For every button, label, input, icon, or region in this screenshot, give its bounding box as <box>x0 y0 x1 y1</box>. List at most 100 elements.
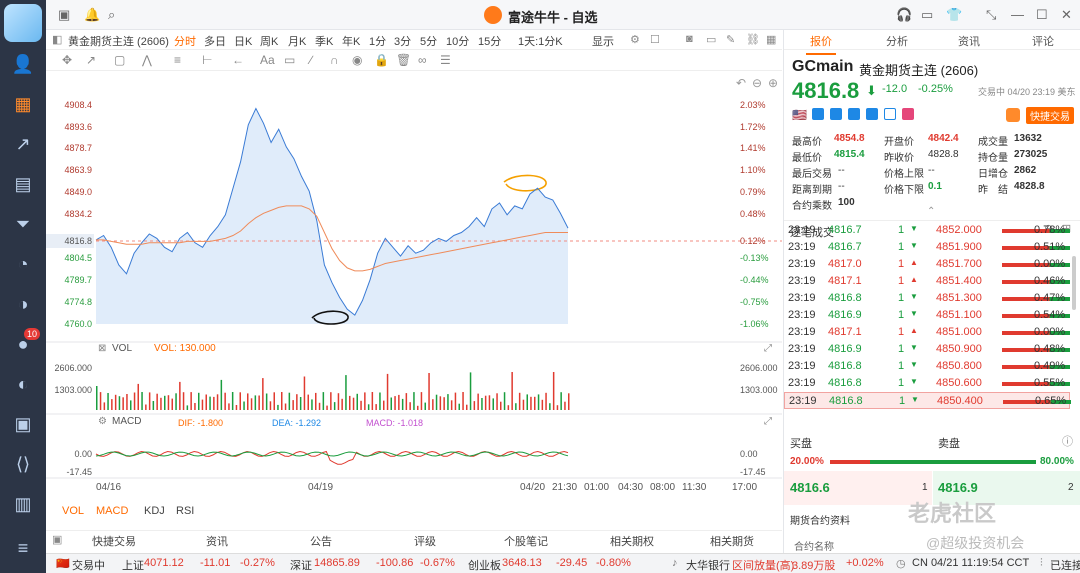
panel-icon[interactable]: ◧ <box>52 33 62 46</box>
text-tool-icon[interactable]: Aa <box>260 53 275 67</box>
wave-tool-icon[interactable]: ⋀ <box>142 53 152 67</box>
display-dropdown[interactable]: 显示 <box>592 33 614 49</box>
link-news[interactable]: 资讯 <box>206 533 228 549</box>
heart-icon[interactable] <box>902 108 914 120</box>
layers-icon[interactable]: ☰ <box>440 53 451 67</box>
edit-icon[interactable]: ✎ <box>726 33 735 46</box>
tab-1min[interactable]: 1分 <box>369 33 386 49</box>
tab-analysis[interactable]: 分析 <box>886 33 908 49</box>
cy-value[interactable]: 3648.13 <box>502 557 542 569</box>
lock-icon[interactable]: 🔒 <box>374 53 389 67</box>
link-futures[interactable]: 相关期货 <box>710 533 754 549</box>
bell-icon[interactable]: 🔔 <box>84 7 100 23</box>
tab-year-k[interactable]: 年K <box>342 33 360 49</box>
game-icon[interactable]: ▣ <box>11 412 35 436</box>
alert-bell-icon[interactable] <box>1006 108 1020 122</box>
tab-week-k[interactable]: 周K <box>260 33 278 49</box>
rect-tool-icon[interactable]: ▢ <box>114 53 125 67</box>
shrink-icon[interactable]: ⤡ <box>986 7 996 23</box>
link-options[interactable]: 相关期权 <box>610 533 654 549</box>
layout2-icon[interactable]: ▭ <box>706 33 716 46</box>
market-icon[interactable]: ↗ <box>11 132 35 156</box>
layout-icon[interactable]: ▣ <box>58 7 70 23</box>
measure-tool-icon[interactable]: ⊢ <box>202 53 212 67</box>
tab-multiday[interactable]: 多日 <box>204 33 226 49</box>
menu-icon[interactable]: ≡ <box>11 536 35 560</box>
tab-news[interactable]: 资讯 <box>958 33 980 49</box>
trades-scrollbar[interactable] <box>1072 256 1076 310</box>
info-icon[interactable]: ⓘ <box>1062 433 1073 449</box>
dock-icon[interactable]: ▣ <box>52 533 62 546</box>
camera-icon[interactable]: ◙ <box>686 33 693 45</box>
search-icon[interactable]: ⌕ <box>108 7 115 23</box>
link-notes[interactable]: 个股笔记 <box>504 533 548 549</box>
quick-trade-button[interactable]: 快捷交易 <box>1026 107 1074 124</box>
tag-icon-2[interactable] <box>830 108 842 120</box>
grid-icon[interactable]: ▦ <box>766 33 776 46</box>
tag-icon-1[interactable] <box>812 108 824 120</box>
tab-rsi[interactable]: RSI <box>176 505 194 517</box>
settings-icon[interactable]: ⚙ <box>630 33 640 46</box>
macd-settings-icon[interactable]: ⚙ <box>98 416 107 427</box>
tab-kdj[interactable]: KDJ <box>144 505 165 517</box>
expand-vol-icon[interactable]: ⤢ <box>764 343 772 354</box>
pie-icon[interactable]: ◔ <box>11 252 35 276</box>
chart-area[interactable]: ↶ ⊖ ⊕ 4908.4 4893.6 4878.7 4863.9 4849.0… <box>46 72 782 500</box>
link2-icon[interactable]: ∞ <box>418 53 427 67</box>
tab-fenshi[interactable]: 分时 <box>174 33 196 49</box>
move-icon[interactable]: ✥ <box>62 53 72 67</box>
buy-label: 买盘 <box>790 438 812 450</box>
collapse-up-icon[interactable]: ⌃ <box>927 206 935 217</box>
tab-15min[interactable]: 15分 <box>478 33 501 49</box>
eye-icon[interactable]: ◉ <box>352 53 362 67</box>
code-icon[interactable]: ⟨⟩ <box>11 452 35 476</box>
comment-tool-icon[interactable]: ▭ <box>284 53 295 67</box>
collapse-icon[interactable]: ⊠ <box>98 343 106 354</box>
tab-quote[interactable]: 报价 <box>806 33 836 55</box>
app-logo[interactable] <box>4 4 42 42</box>
tab-5min[interactable]: 5分 <box>420 33 437 49</box>
watchlist-icon[interactable]: ▦ <box>11 92 35 116</box>
magnet-icon[interactable]: ∩ <box>330 53 339 67</box>
maximize-icon[interactable]: ☐ <box>1036 7 1048 23</box>
minimize-icon[interactable]: — <box>1011 7 1024 22</box>
tab-season-k[interactable]: 季K <box>315 33 333 49</box>
trade-icon[interactable]: ◑ <box>11 292 35 316</box>
tab-macd[interactable]: MACD <box>96 505 128 517</box>
link-rating[interactable]: 评级 <box>414 533 436 549</box>
tag-icon-5[interactable] <box>884 108 896 120</box>
notes-icon[interactable]: ▥ <box>11 492 35 516</box>
user-icon[interactable]: 👤 <box>11 52 35 76</box>
link-quick-trade[interactable]: 快捷交易 <box>92 533 136 549</box>
tab-3min[interactable]: 3分 <box>394 33 411 49</box>
line-tool-icon[interactable]: ↗ <box>86 53 96 67</box>
link-announcement[interactable]: 公告 <box>310 533 332 549</box>
trash-icon[interactable]: 🗑 <box>396 53 411 67</box>
volume-bar <box>141 392 143 410</box>
arrow-tool-icon[interactable]: ← <box>232 53 244 67</box>
color-icon[interactable]: ☐ <box>650 33 660 46</box>
tab-vol[interactable]: VOL <box>62 505 84 517</box>
filter-icon[interactable]: ⏷ <box>11 212 35 236</box>
brush-tool-icon[interactable]: ∕ <box>310 53 312 67</box>
tag-icon-4[interactable] <box>866 108 878 120</box>
sz-value[interactable]: 14865.89 <box>314 557 360 569</box>
sh-value[interactable]: 4071.12 <box>144 557 184 569</box>
fib-tool-icon[interactable]: ≡ <box>174 53 181 67</box>
tab-10min[interactable]: 10分 <box>446 33 469 49</box>
tab-day-k[interactable]: 日K <box>234 33 252 49</box>
link-icon[interactable]: ⛓ <box>746 33 760 46</box>
tab-month-k[interactable]: 月K <box>288 33 306 49</box>
discover-icon[interactable]: ◐ <box>11 372 35 396</box>
tab-period[interactable]: 1天:1分K <box>518 33 563 49</box>
speaker-icon[interactable]: ♪ <box>672 557 678 569</box>
gift-icon[interactable]: ▭ <box>921 7 933 23</box>
chart-icon[interactable]: ▤ <box>11 172 35 196</box>
expand-macd-icon[interactable]: ⤢ <box>764 416 772 427</box>
headset-icon[interactable]: 🎧 <box>896 7 912 23</box>
tag-icon-3[interactable] <box>848 108 860 120</box>
shirt-icon[interactable]: 👕 <box>946 7 962 23</box>
tab-comments[interactable]: 评论 <box>1032 33 1054 49</box>
symbol-name: 黄金期货主连 (2606) <box>859 63 979 78</box>
close-icon[interactable]: ✕ <box>1061 7 1072 23</box>
